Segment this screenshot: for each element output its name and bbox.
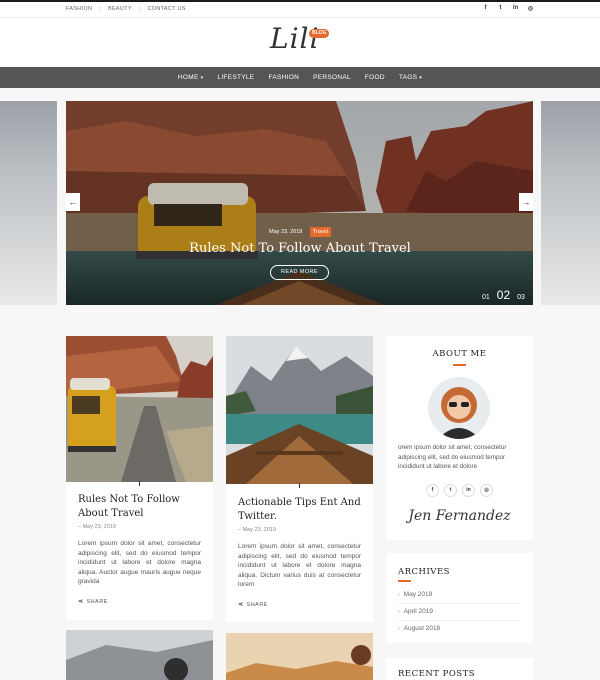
chevron-right-icon: › <box>398 626 400 632</box>
nav-item-fashion[interactable]: FASHION <box>268 74 299 81</box>
site-logo[interactable]: Lili <box>270 22 319 55</box>
hero-category-badge[interactable]: Travel <box>309 227 331 237</box>
post-excerpt: Lorem ipsum dolor sit amet, consectetur … <box>238 543 361 588</box>
chevron-right-icon: › <box>398 592 400 598</box>
slider-next-button[interactable]: → <box>519 193 533 211</box>
post-card <box>66 630 213 680</box>
archive-label: April 2019 <box>403 608 433 615</box>
slider-page-1[interactable]: 01 <box>482 294 490 301</box>
logo-badge: BLOG <box>309 29 330 38</box>
nav-item-personal[interactable]: PERSONAL <box>313 74 351 81</box>
archive-item[interactable]: › August 2018 <box>398 625 440 632</box>
archive-label: August 2018 <box>403 625 441 632</box>
signature: Jen Fernandez <box>408 508 511 524</box>
post-title-line: Actionable Tips Ent And <box>238 497 361 508</box>
divider <box>398 620 521 621</box>
post-date-text: May 23, 2019 <box>242 527 276 533</box>
chevron-down-icon: ▾ <box>200 75 204 81</box>
post-image-graphic <box>226 336 373 484</box>
divider <box>398 603 521 604</box>
top-bar: FASHION | BEAUTY | CONTACT US f t in ◎ <box>0 0 600 18</box>
divider <box>398 580 411 582</box>
post-image[interactable] <box>226 633 373 680</box>
slider-page-3[interactable]: 03 <box>517 294 525 301</box>
about-text: orem ipsum dolor sit amet, consectetur a… <box>398 444 507 470</box>
nav-item-lifestyle[interactable]: LIFESTYLE <box>217 74 254 81</box>
linkedin-icon[interactable]: in <box>462 484 475 497</box>
top-link-beauty[interactable]: BEAUTY <box>108 6 132 12</box>
archive-label: May 2019 <box>403 591 433 598</box>
facebook-icon[interactable]: f <box>426 484 439 497</box>
slide-preview-next[interactable] <box>541 101 600 305</box>
chevron-right-icon: › <box>398 609 400 615</box>
chevron-down-icon: ▾ <box>419 75 423 81</box>
share-icon: ⋖ <box>78 599 84 605</box>
post-image-graphic <box>66 336 213 482</box>
widget-title: RECENT POSTS <box>398 669 476 679</box>
share-button[interactable]: ⋖ SHARE <box>78 598 108 605</box>
post-image[interactable] <box>66 630 213 680</box>
archive-item[interactable]: › April 2019 <box>398 608 433 615</box>
site-header: Lili BLOG <box>0 18 600 67</box>
avatar-image <box>428 377 490 439</box>
nav-item-home[interactable]: HOME ▾ <box>178 74 204 81</box>
top-link-contact[interactable]: CONTACT US <box>148 6 186 12</box>
top-nav: FASHION | BEAUTY | CONTACT US <box>66 6 186 12</box>
share-label: SHARE <box>246 602 268 608</box>
post-excerpt: Lorem ipsum dolor sit amet, consectetur … <box>78 540 201 585</box>
linkedin-icon[interactable]: in <box>512 5 519 12</box>
hero-title[interactable]: Rules Not To Follow About Travel <box>0 241 600 256</box>
divider: | <box>99 6 101 12</box>
post-date: – May 23, 2019 <box>238 527 276 533</box>
twitter-icon[interactable]: t <box>444 484 457 497</box>
hero-meta: May 23, 2019 Travel <box>0 227 600 237</box>
divider <box>139 481 140 486</box>
archive-item[interactable]: › May 2019 <box>398 591 432 598</box>
about-widget: ABOUT ME orem ipsum dolor sit amet, cons… <box>386 336 533 540</box>
share-button[interactable]: ⋖ SHARE <box>238 601 268 608</box>
nav-item-food[interactable]: FOOD <box>365 74 385 81</box>
share-label: SHARE <box>86 599 108 605</box>
nav-item-label: TAGS <box>398 74 418 81</box>
read-more-button[interactable]: READ MORE <box>270 265 329 280</box>
facebook-icon[interactable]: f <box>482 5 489 12</box>
instagram-icon[interactable]: ◎ <box>480 484 493 497</box>
widget-title: ARCHIVES <box>398 567 450 577</box>
widget-title: ABOUT ME <box>432 349 487 359</box>
instagram-icon[interactable]: ◎ <box>527 5 534 12</box>
recent-posts-widget: RECENT POSTS <box>386 658 533 680</box>
top-social-links: f t in ◎ <box>482 5 534 12</box>
divider <box>453 364 466 366</box>
post-card: Actionable Tips Ent And Twitter. – May 2… <box>226 336 373 622</box>
post-date: – May 23, 2019 <box>78 524 116 530</box>
top-link-fashion[interactable]: FASHION <box>66 6 92 12</box>
divider: | <box>138 6 141 12</box>
post-title[interactable]: Rules Not To Follow About Travel <box>78 493 208 521</box>
post-title-line: Rules Not To Follow <box>78 494 180 505</box>
nav-item-tags[interactable]: TAGS ▾ <box>399 74 422 81</box>
main-nav: HOME ▾ LIFESTYLE FASHION PERSONAL FOOD TA… <box>0 67 600 88</box>
slider-pagination: 01 02 03 <box>482 288 525 302</box>
post-title-line: Twitter. <box>238 511 277 522</box>
divider <box>299 483 300 488</box>
twitter-icon[interactable]: t <box>497 5 504 12</box>
avatar <box>428 377 490 439</box>
post-card: Rules Not To Follow About Travel – May 2… <box>66 336 213 620</box>
post-image[interactable] <box>66 336 213 482</box>
slide-preview-prev[interactable] <box>0 101 57 305</box>
post-title[interactable]: Actionable Tips Ent And Twitter. <box>238 496 368 524</box>
post-card <box>226 633 373 680</box>
archives-widget: ARCHIVES › May 2019 › April 2019 › August 2… <box>386 553 533 643</box>
share-icon: ⋖ <box>238 602 244 608</box>
post-date-text: May 23, 2019 <box>82 524 116 530</box>
slider-page-2[interactable]: 02 <box>497 288 510 302</box>
post-title-line: About Travel <box>78 508 144 519</box>
slider-prev-button[interactable]: ← <box>66 193 80 211</box>
hero-date: May 23, 2019 <box>269 229 303 235</box>
nav-item-label: HOME <box>177 74 199 81</box>
post-image[interactable] <box>226 336 373 484</box>
